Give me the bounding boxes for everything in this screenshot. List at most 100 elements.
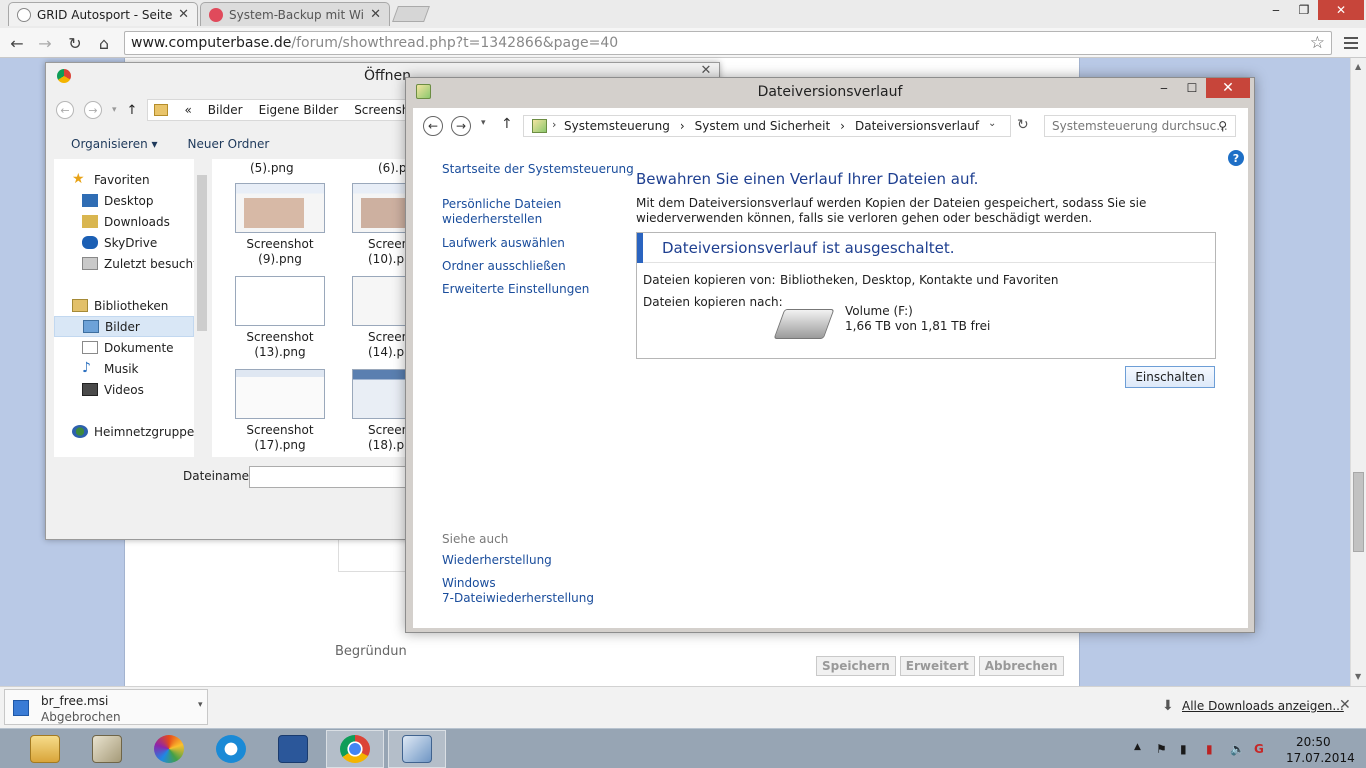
breadcrumb-item-systemsteuerung[interactable]: Systemsteuerung bbox=[564, 119, 670, 133]
image-thumbnail bbox=[352, 183, 412, 233]
breadcrumb-item-file-history[interactable]: Dateiversionsverlauf bbox=[855, 119, 979, 133]
control-panel-icon bbox=[402, 735, 432, 763]
enable-button[interactable]: Einschalten bbox=[1125, 366, 1215, 388]
home-icon[interactable]: ⌂ bbox=[92, 31, 116, 55]
cancel-button[interactable]: Abbrechen bbox=[978, 656, 1064, 676]
file-item[interactable]: Screen (10).p bbox=[352, 183, 412, 267]
action-center-flag-icon[interactable]: ⚑ bbox=[1156, 742, 1167, 756]
recent-caret-icon[interactable]: ▾ bbox=[481, 118, 486, 128]
nav-scrollbar-thumb[interactable] bbox=[197, 175, 207, 331]
up-icon[interactable]: ↑ bbox=[501, 116, 513, 132]
organize-button[interactable]: Organisieren ▾ bbox=[71, 137, 158, 151]
link-exclude-folders[interactable]: Ordner ausschließen bbox=[442, 259, 566, 274]
nav-scrollbar[interactable] bbox=[194, 159, 210, 457]
page-scrollbar[interactable]: ▲ ▼ bbox=[1350, 58, 1366, 686]
desktop-icon bbox=[82, 194, 98, 207]
tab-close-icon[interactable]: ✕ bbox=[178, 7, 189, 22]
close-button[interactable]: ✕ bbox=[1206, 78, 1250, 98]
new-folder-button[interactable]: Neuer Ordner bbox=[188, 137, 270, 151]
help-icon[interactable]: ? bbox=[1228, 150, 1244, 166]
scroll-up-icon[interactable]: ▲ bbox=[1355, 62, 1361, 71]
taskbar-control-panel-app[interactable] bbox=[78, 730, 136, 768]
nav-item-libraries[interactable]: Bibliotheken bbox=[72, 295, 212, 316]
back-icon[interactable]: ← bbox=[423, 116, 443, 136]
nav-item-favorites[interactable]: ★ Favoriten bbox=[72, 169, 212, 190]
browser-minimize-button[interactable]: ‒ bbox=[1262, 0, 1290, 20]
file-name: Screenshot bbox=[246, 330, 314, 344]
breadcrumb[interactable]: › Systemsteuerung › System und Sicherhei… bbox=[523, 115, 1011, 137]
forward-icon[interactable]: → bbox=[84, 101, 102, 119]
breadcrumb-dropdown-icon[interactable]: ⌄ bbox=[988, 118, 996, 129]
status-accent-bar bbox=[637, 233, 643, 263]
back-icon[interactable]: ← bbox=[5, 31, 29, 55]
browser-maximize-button[interactable]: ❐ bbox=[1290, 0, 1318, 20]
power-icon[interactable]: ▮ bbox=[1206, 742, 1213, 756]
taskbar-chrome[interactable] bbox=[326, 730, 384, 768]
taskbar-internet-explorer[interactable] bbox=[202, 730, 260, 768]
address-bar[interactable]: www.computerbase.de/forum/showthread.php… bbox=[124, 31, 1332, 55]
maximize-button[interactable]: ☐ bbox=[1178, 78, 1206, 98]
bookmark-star-icon[interactable]: ☆ bbox=[1310, 33, 1325, 53]
search-input[interactable]: Systemsteuerung durchsuc... ⚲ bbox=[1044, 115, 1236, 137]
recent-caret-icon[interactable]: ▾ bbox=[112, 105, 117, 115]
window-titlebar[interactable]: Dateiversionsverlauf ‒ ☐ ✕ bbox=[406, 78, 1254, 106]
network-signal-icon[interactable]: ▮ bbox=[1180, 742, 1187, 756]
show-hidden-icons-icon[interactable]: ▲ bbox=[1134, 742, 1141, 752]
link-recovery[interactable]: Wiederherstellung bbox=[442, 553, 552, 568]
clock-date[interactable]: 17.07.2014 bbox=[1286, 751, 1355, 765]
computerbase-favicon-icon bbox=[17, 7, 31, 22]
up-icon[interactable]: ↑ bbox=[127, 103, 138, 118]
new-tab-button[interactable] bbox=[392, 6, 430, 22]
minimize-button[interactable]: ‒ bbox=[1150, 78, 1178, 98]
search-icon[interactable]: ⚲ bbox=[1218, 119, 1227, 133]
reload-icon[interactable]: ↻ bbox=[63, 31, 87, 55]
scroll-down-icon[interactable]: ▼ bbox=[1355, 672, 1361, 681]
breadcrumb-item-eigene-bilder[interactable]: Eigene Bilder bbox=[259, 103, 339, 117]
close-shelf-icon[interactable]: ✕ bbox=[1339, 697, 1351, 713]
link-select-drive[interactable]: Laufwerk auswählen bbox=[442, 236, 565, 251]
link-windows7-file-recovery[interactable]: Windows 7-Dateiwiederherstellung bbox=[442, 576, 594, 606]
file-item[interactable]: Screenshot (9).png bbox=[230, 183, 330, 267]
taskbar-file-history[interactable] bbox=[388, 730, 446, 768]
back-icon[interactable]: ← bbox=[56, 101, 74, 119]
nav-label: Musik bbox=[104, 361, 139, 376]
volume-icon[interactable]: 🔈 bbox=[1230, 742, 1245, 756]
nav-item-pictures[interactable]: Bilder bbox=[54, 316, 194, 337]
forward-icon[interactable]: → bbox=[33, 31, 57, 55]
nav-item-homegroup[interactable]: Heimnetzgruppe bbox=[72, 421, 212, 442]
taskbar-explorer[interactable] bbox=[16, 730, 74, 768]
download-menu-caret-icon[interactable]: ▾ bbox=[198, 700, 203, 710]
refresh-icon[interactable]: ↻ bbox=[1017, 117, 1029, 133]
tab-system-backup[interactable]: System-Backup mit Windo ✕ bbox=[200, 2, 390, 26]
breadcrumb-chevron: › bbox=[552, 118, 557, 131]
taskbar-media-app[interactable] bbox=[140, 730, 198, 768]
cloud-icon bbox=[82, 236, 98, 249]
filename-label: Dateiname: bbox=[183, 469, 254, 483]
breadcrumb-item-system-security[interactable]: System und Sicherheit bbox=[695, 119, 831, 133]
download-file-name: br_free.msi bbox=[41, 694, 109, 708]
scrollbar-thumb[interactable] bbox=[1353, 472, 1364, 552]
file-item[interactable]: Screenshot (17).png bbox=[230, 369, 330, 453]
file-item[interactable]: Screen (18).p bbox=[352, 369, 412, 453]
link-restore-personal-files[interactable]: Persönliche Dateien wiederherstellen bbox=[442, 197, 561, 227]
tab-grid-autosport[interactable]: GRID Autosport - Seite 40 ✕ bbox=[8, 2, 198, 26]
file-item[interactable]: Screen (14).p bbox=[352, 276, 412, 360]
show-all-downloads-link[interactable]: Alle Downloads anzeigen... bbox=[1182, 699, 1344, 713]
forward-icon[interactable]: → bbox=[451, 116, 471, 136]
file-item[interactable]: Screenshot (13).png bbox=[230, 276, 330, 360]
link-control-panel-home[interactable]: Startseite der Systemsteuerung bbox=[442, 162, 634, 177]
download-item[interactable]: br_free.msi Abgebrochen ▾ bbox=[4, 689, 208, 725]
file-name: Screenshot bbox=[246, 237, 314, 251]
link-advanced-settings[interactable]: Erweiterte Einstellungen bbox=[442, 282, 589, 297]
antivirus-shield-icon[interactable]: G bbox=[1254, 742, 1264, 756]
taskbar-word[interactable] bbox=[264, 730, 322, 768]
nav-label: Bilder bbox=[105, 319, 140, 334]
clock-time[interactable]: 20:50 bbox=[1296, 735, 1331, 749]
advanced-button[interactable]: Erweitert bbox=[899, 656, 975, 676]
browser-close-button[interactable]: ✕ bbox=[1318, 0, 1364, 20]
filename-input[interactable] bbox=[249, 466, 409, 488]
breadcrumb-item-bilder[interactable]: Bilder bbox=[208, 103, 243, 117]
chrome-menu-icon[interactable] bbox=[1340, 32, 1362, 54]
tab-close-icon[interactable]: ✕ bbox=[370, 7, 381, 22]
save-button[interactable]: Speichern bbox=[816, 656, 896, 676]
